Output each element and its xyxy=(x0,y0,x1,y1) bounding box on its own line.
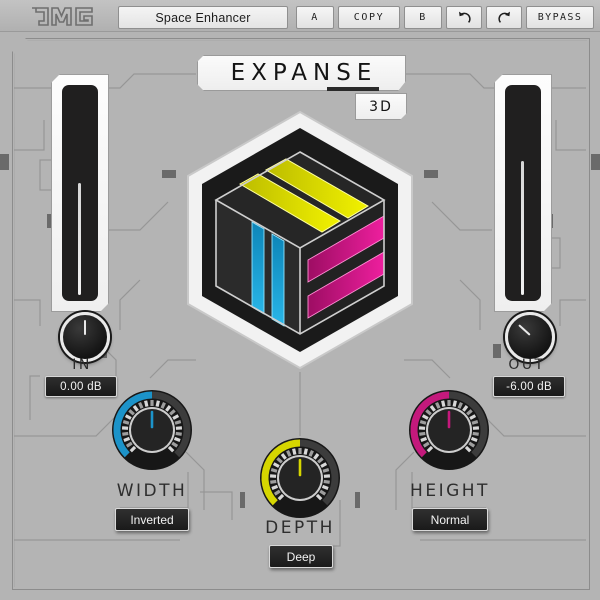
preset-name-field[interactable]: Space Enhancer xyxy=(118,6,288,29)
output-meter[interactable] xyxy=(494,74,552,312)
height-mode-button[interactable]: Normal xyxy=(412,508,488,531)
width-mode-button[interactable]: Inverted xyxy=(115,508,189,531)
jmg-logo-icon[interactable] xyxy=(29,5,95,28)
plugin-window: Space Enhancer A COPY B BYPASS EXPANSE 3… xyxy=(0,0,600,600)
preset-slot-a-button[interactable]: A xyxy=(296,6,334,29)
undo-button[interactable] xyxy=(446,6,482,29)
output-gain-value[interactable]: -6.00 dB xyxy=(493,376,565,397)
bypass-button[interactable]: BYPASS xyxy=(526,6,594,29)
page-title: EXPANSE xyxy=(197,55,406,91)
undo-icon xyxy=(456,10,473,25)
input-meter-track xyxy=(62,85,98,301)
title-underline xyxy=(327,87,379,91)
output-meter-fill xyxy=(521,161,524,295)
input-meter[interactable] xyxy=(51,74,109,312)
depth-mode-button[interactable]: Deep xyxy=(269,545,333,568)
preset-slot-b-button[interactable]: B xyxy=(404,6,442,29)
output-gain-label: OUT xyxy=(508,357,546,373)
redo-button[interactable] xyxy=(486,6,522,29)
width-knob[interactable] xyxy=(110,388,194,472)
input-gain-pointer xyxy=(84,320,86,335)
height-label: HEIGHT xyxy=(410,481,490,501)
copy-preset-button[interactable]: COPY xyxy=(338,6,400,29)
cube-visualizer xyxy=(168,108,432,372)
width-label: WIDTH xyxy=(116,481,188,501)
title-text: EXPANSE xyxy=(230,60,378,86)
input-gain-label: IN xyxy=(72,357,92,373)
input-gain-value[interactable]: 0.00 dB xyxy=(45,376,117,397)
depth-knob[interactable] xyxy=(258,436,342,520)
output-meter-track xyxy=(505,85,541,301)
output-gain-pointer xyxy=(518,324,531,336)
input-meter-fill xyxy=(78,183,81,295)
input-gain-knob[interactable] xyxy=(60,312,110,362)
depth-label: DEPTH xyxy=(265,518,335,538)
height-knob[interactable] xyxy=(407,388,491,472)
output-gain-knob[interactable] xyxy=(505,312,555,362)
redo-icon xyxy=(496,10,513,25)
toolbar-divider xyxy=(0,31,600,32)
